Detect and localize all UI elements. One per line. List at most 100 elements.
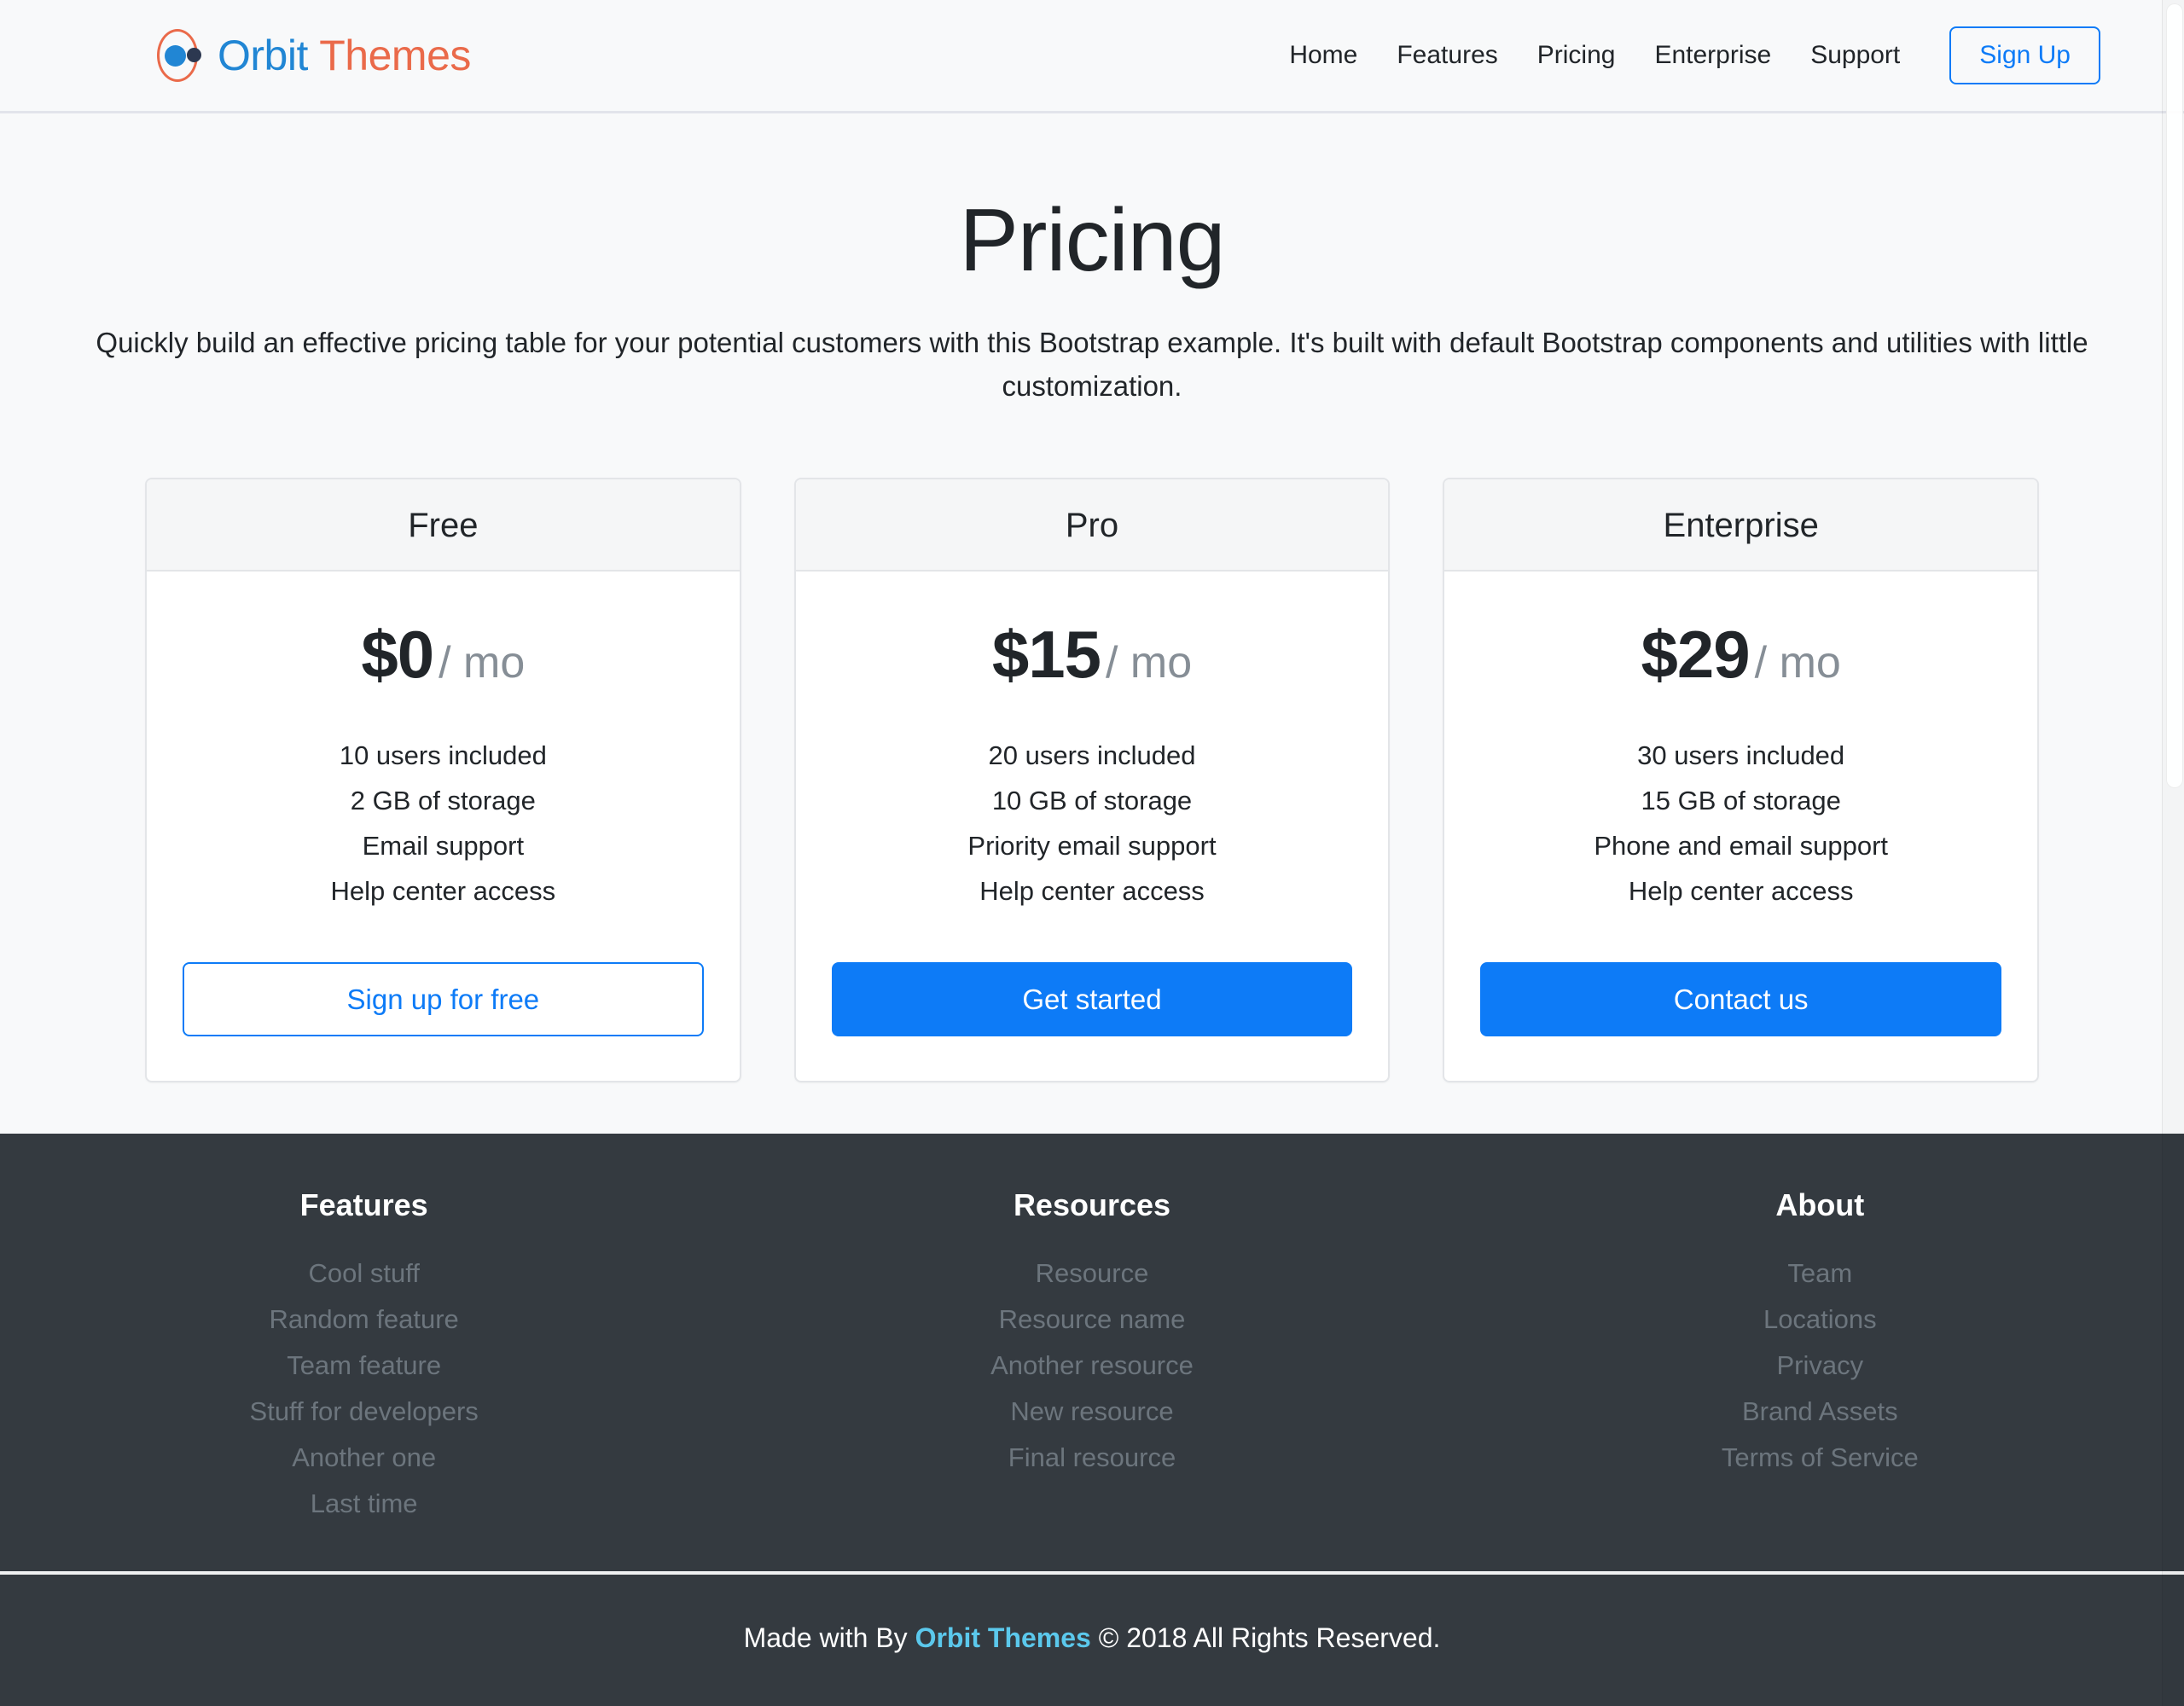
- footer-column-features: Features Cool stuff Random feature Team …: [0, 1187, 728, 1528]
- pricing-card-body: $15/ mo 20 users included 10 GB of stora…: [796, 572, 1389, 1081]
- footer-link-another-resource[interactable]: Another resource: [728, 1343, 1455, 1389]
- plan-cta-sign-up-for-free[interactable]: Sign up for free: [183, 961, 704, 1036]
- footer-link-cool-stuff[interactable]: Cool stuff: [0, 1250, 728, 1297]
- plan-price-amount: $15: [991, 616, 1101, 692]
- footer-link-stuff-for-developers[interactable]: Stuff for developers: [0, 1389, 728, 1435]
- pricing-card-row: Free $0/ mo 10 users included 2 GB of st…: [0, 477, 2184, 1082]
- footer-column-heading: About: [1775, 1187, 1865, 1222]
- nav-item-features[interactable]: Features: [1377, 34, 1517, 77]
- footer-list-item: Team: [1456, 1250, 2184, 1297]
- copyright-suffix: © 2018 All Rights Reserved.: [1090, 1622, 1441, 1654]
- footer-list-item: Terms of Service: [1456, 1435, 2184, 1481]
- footer-list-item: Cool stuff: [0, 1250, 728, 1297]
- page-subtitle: Quickly build an effective pricing table…: [96, 327, 2088, 402]
- footer-column-about: About Team Locations Privacy Brand Asset…: [1456, 1187, 2184, 1528]
- plan-cta-get-started[interactable]: Get started: [831, 961, 1353, 1036]
- footer-link-team-feature[interactable]: Team feature: [0, 1343, 728, 1389]
- plan-price-period: / mo: [439, 637, 526, 688]
- footer-list-item: Resource name: [728, 1297, 1455, 1343]
- footer-link-another-one[interactable]: Another one: [0, 1435, 728, 1481]
- pricing-card-free: Free $0/ mo 10 users included 2 GB of st…: [145, 477, 741, 1082]
- footer-list-item: Resource: [728, 1250, 1455, 1297]
- footer-column-resources: Resources Resource Resource name Another…: [728, 1187, 1455, 1528]
- footer-link-last-time[interactable]: Last time: [0, 1481, 728, 1527]
- footer-link-list: Resource Resource name Another resource …: [728, 1250, 1455, 1481]
- plan-price-line: $29/ mo: [1480, 621, 2001, 688]
- plan-feature-list: 20 users included 10 GB of storage Prior…: [832, 734, 1353, 914]
- footer-link-list: Cool stuff Random feature Team feature S…: [0, 1250, 728, 1528]
- footer-link-terms-of-service[interactable]: Terms of Service: [1456, 1435, 2184, 1481]
- plan-name: Enterprise: [1663, 506, 1819, 544]
- pricing-card-body: $0/ mo 10 users included 2 GB of storage…: [147, 572, 740, 1081]
- footer-link-privacy[interactable]: Privacy: [1456, 1343, 2184, 1389]
- plan-feature-list: 10 users included 2 GB of storage Email …: [183, 734, 704, 914]
- site-header: Orbit Themes Home Features Pricing Enter…: [0, 0, 2184, 113]
- nav-item-home[interactable]: Home: [1269, 34, 1377, 77]
- footer-link-final-resource[interactable]: Final resource: [728, 1435, 1455, 1481]
- footer-list-item: New resource: [728, 1389, 1455, 1435]
- footer-link-team[interactable]: Team: [1456, 1250, 2184, 1297]
- plan-feature-item: Help center access: [1628, 875, 1854, 906]
- plan-feature-item: 30 users included: [1637, 740, 1845, 770]
- vertical-scrollbar-thumb[interactable]: [2166, 3, 2183, 788]
- footer-list-item: Another resource: [728, 1343, 1455, 1389]
- footer-column-heading: Resources: [1013, 1187, 1171, 1222]
- plan-name: Pro: [1065, 506, 1119, 544]
- sign-up-button[interactable]: Sign Up: [1949, 26, 2100, 84]
- footer-list-item: Stuff for developers: [0, 1389, 728, 1435]
- plan-price-period: / mo: [1754, 637, 1841, 688]
- nav-item-support[interactable]: Support: [1791, 34, 1920, 77]
- footer-link-new-resource[interactable]: New resource: [728, 1389, 1455, 1435]
- brand-word-one: Orbit: [218, 32, 308, 79]
- plan-feature-item: 10 users included: [339, 740, 547, 770]
- plan-feature-item: Phone and email support: [1594, 830, 1889, 861]
- plan-price-line: $0/ mo: [183, 621, 704, 688]
- footer-column-heading: Features: [299, 1187, 428, 1222]
- pricing-card-body: $29/ mo 30 users included 15 GB of stora…: [1444, 572, 2037, 1081]
- plan-feature-item: Help center access: [979, 875, 1205, 906]
- pricing-card-header: Pro: [795, 479, 1389, 572]
- brand-logo-link[interactable]: Orbit Themes: [149, 27, 471, 84]
- footer-columns: Features Cool stuff Random feature Team …: [0, 1134, 2184, 1572]
- nav-item-enterprise[interactable]: Enterprise: [1635, 34, 1791, 77]
- pricing-card-header: Enterprise: [1444, 479, 2038, 572]
- plan-price-line: $15/ mo: [832, 621, 1353, 688]
- plan-price-amount: $29: [1641, 616, 1751, 692]
- plan-cta-contact-us[interactable]: Contact us: [1480, 961, 2002, 1036]
- plan-price-period: / mo: [1106, 637, 1193, 688]
- plan-feature-item: Help center access: [330, 875, 556, 906]
- footer-link-brand-assets[interactable]: Brand Assets: [1456, 1389, 2184, 1435]
- page-root: Orbit Themes Home Features Pricing Enter…: [0, 0, 2184, 1706]
- footer-list-item: Final resource: [728, 1435, 1455, 1481]
- plan-price-amount: $0: [361, 616, 434, 692]
- plan-feature-item: 15 GB of storage: [1641, 785, 1841, 815]
- footer-link-random-feature[interactable]: Random feature: [0, 1297, 728, 1343]
- orbit-moon-shape: [187, 48, 201, 62]
- plan-feature-item: 10 GB of storage: [991, 785, 1193, 815]
- brand-word-space: [308, 32, 319, 79]
- footer-list-item: Random feature: [0, 1297, 728, 1343]
- copyright-prefix: Made with By: [743, 1622, 915, 1654]
- footer-link-resource-name[interactable]: Resource name: [728, 1297, 1455, 1343]
- footer-list-item: Brand Assets: [1456, 1389, 2184, 1435]
- nav-item-pricing[interactable]: Pricing: [1518, 34, 1635, 77]
- copyright-brand-link[interactable]: Orbit Themes: [915, 1622, 1091, 1653]
- pricing-card-enterprise: Enterprise $29/ mo 30 users included 15 …: [1443, 477, 2040, 1082]
- brand-wordmark: Orbit Themes: [218, 34, 471, 77]
- orbit-planet-shape: [165, 45, 186, 67]
- footer-link-resource[interactable]: Resource: [728, 1250, 1455, 1297]
- plan-feature-item: 2 GB of storage: [350, 785, 536, 815]
- pricing-card-pro: Pro $15/ mo 20 users included 10 GB of s…: [793, 477, 1391, 1082]
- plan-feature-item: 20 users included: [988, 740, 1196, 770]
- plan-name: Free: [408, 506, 479, 544]
- footer-copyright-bar: Made with By Orbit Themes © 2018 All Rig…: [0, 1575, 2184, 1706]
- page-title: Pricing: [959, 191, 1226, 290]
- footer-link-list: Team Locations Privacy Brand Assets Term…: [1456, 1250, 2184, 1481]
- footer-list-item: Team feature: [0, 1343, 728, 1389]
- vertical-scrollbar[interactable]: [2162, 0, 2184, 1706]
- brand-word-two: Themes: [319, 32, 471, 79]
- footer-list-item: Last time: [0, 1481, 728, 1527]
- orbit-logo-icon: [149, 27, 206, 84]
- primary-navigation: Home Features Pricing Enterprise Support…: [1269, 26, 2100, 84]
- footer-link-locations[interactable]: Locations: [1456, 1297, 2184, 1343]
